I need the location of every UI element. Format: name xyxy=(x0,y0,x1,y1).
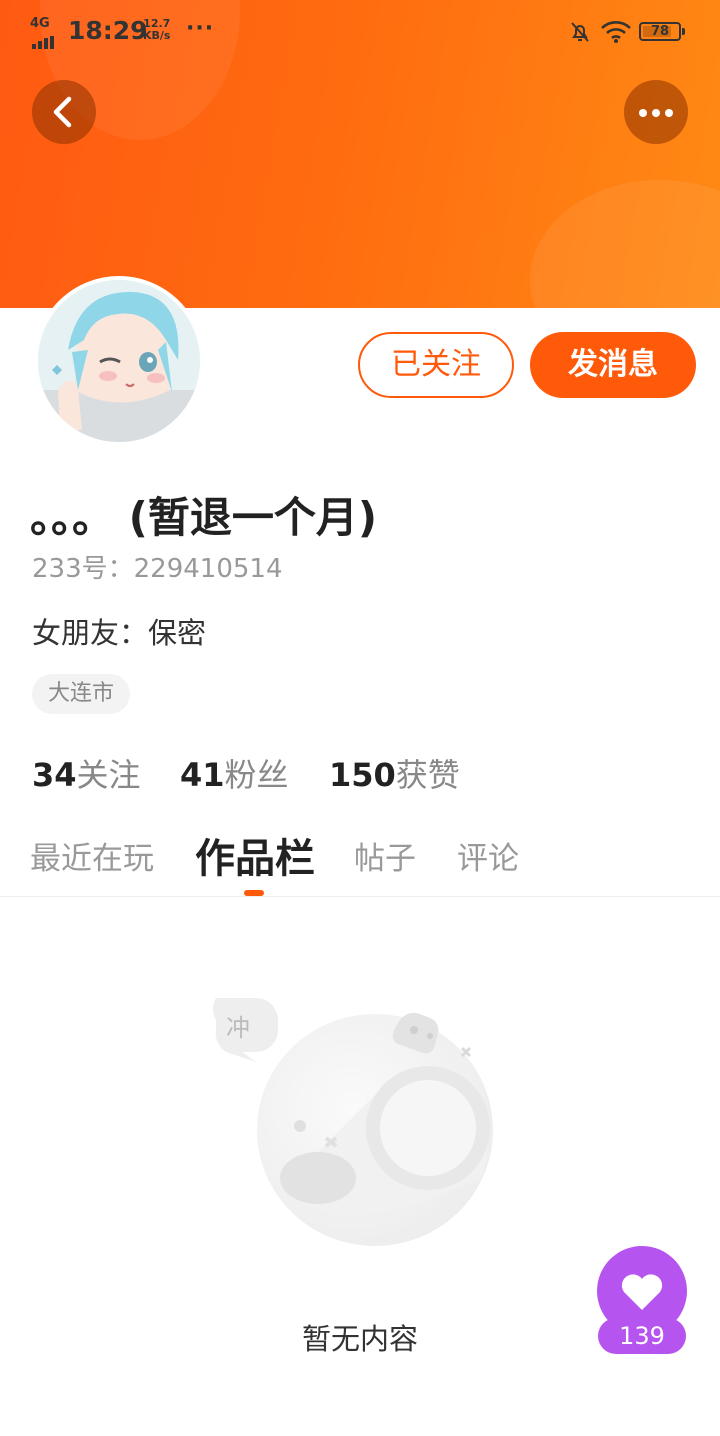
tab-works[interactable]: 作品栏 xyxy=(195,826,315,884)
more-options-button[interactable] xyxy=(624,80,688,144)
wifi-icon xyxy=(601,21,631,43)
avatar[interactable] xyxy=(34,276,204,446)
like-count: 139 xyxy=(598,1318,686,1354)
battery-level: 78 xyxy=(650,24,670,39)
chevron-left-icon xyxy=(53,96,72,128)
stat-value: 41 xyxy=(180,756,225,794)
stat-likes[interactable]: 150获赞 xyxy=(329,750,460,796)
tab-comments[interactable]: 评论 xyxy=(457,833,519,878)
stat-label: 粉丝 xyxy=(224,756,289,794)
stat-fans[interactable]: 41粉丝 xyxy=(180,750,289,796)
network-speed: 12.7 KB/s xyxy=(143,18,170,42)
signal-icon xyxy=(32,30,56,49)
battery-icon: 78 xyxy=(639,22,685,41)
clock: 18:29 xyxy=(68,16,148,45)
network-type: 4G xyxy=(30,16,50,31)
empty-bubble-text: 冲 xyxy=(226,1014,250,1042)
girlfriend-info: 女朋友：保密 xyxy=(32,616,207,650)
banner-decoration xyxy=(530,180,720,308)
stat-following[interactable]: 34关注 xyxy=(32,750,141,796)
stat-label: 获赞 xyxy=(395,756,460,794)
user-id: 233号：229410514 xyxy=(32,554,283,584)
empty-state-illustration: 冲 xyxy=(213,998,493,1246)
back-button[interactable] xyxy=(32,80,96,144)
status-more: ··· xyxy=(186,16,215,41)
status-bar: 4G 18:29 12.7 KB/s ··· 78 xyxy=(0,0,720,64)
location-tag: 大连市 xyxy=(32,674,131,714)
stat-value: 34 xyxy=(32,756,77,794)
bell-off-icon xyxy=(571,22,589,42)
avatar-image xyxy=(38,280,200,442)
stat-label: 关注 xyxy=(76,756,141,794)
profile-name: 。。。 (暂退一个月) xyxy=(30,493,378,542)
tab-recently-played[interactable]: 最近在玩 xyxy=(30,833,154,878)
tab-posts[interactable]: 帖子 xyxy=(354,833,416,878)
tabs-divider xyxy=(0,896,720,897)
followed-button[interactable]: 已关注 xyxy=(358,332,514,398)
send-message-button[interactable]: 发消息 xyxy=(530,332,696,398)
speed-unit: KB/s xyxy=(143,29,171,42)
stat-value: 150 xyxy=(329,756,396,794)
